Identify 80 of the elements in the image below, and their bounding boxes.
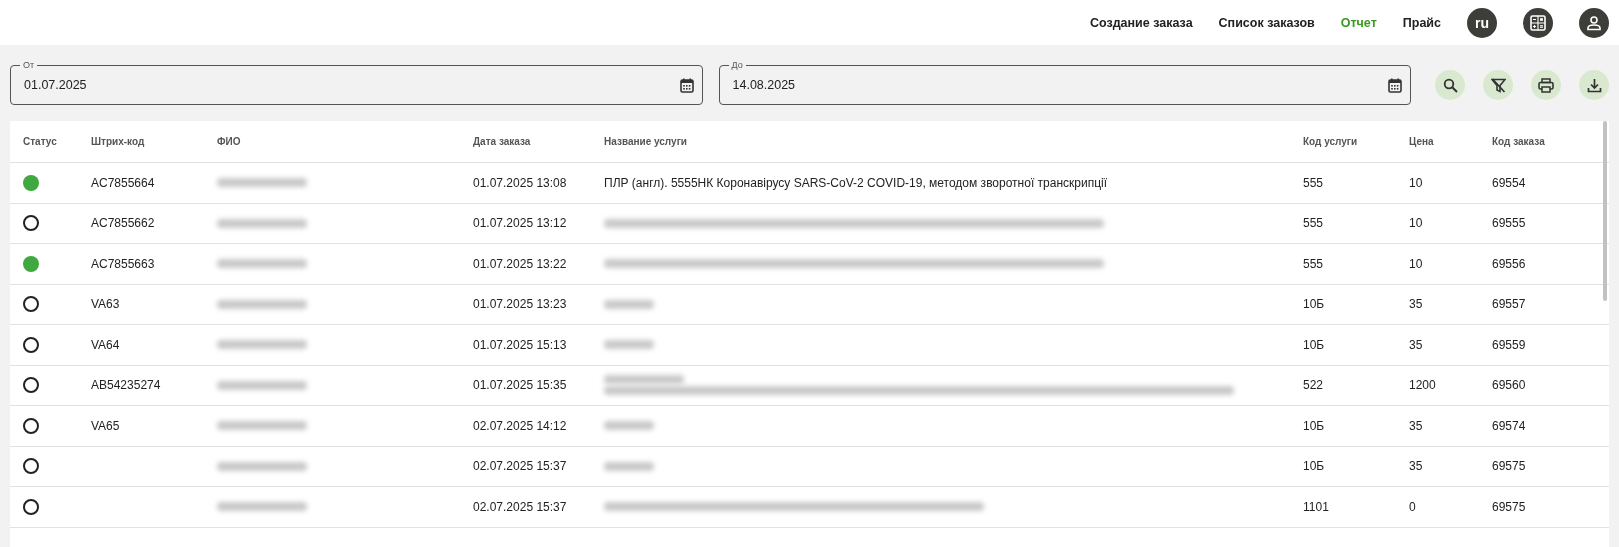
column-header: Статус (23, 136, 58, 147)
table-cell-text: 02.07.2025 15:37 (473, 499, 568, 514)
table-cell-text: AC7855662 (91, 216, 156, 231)
table-cell-text: VA63 (91, 297, 121, 312)
column-header: Цена (1409, 136, 1435, 147)
table-cell-text: 522 (1303, 378, 1325, 393)
table-cell-text: 10 (1409, 256, 1424, 271)
column-header: ФИО (217, 136, 242, 147)
table-cell-text: 35 (1409, 337, 1424, 352)
language-button[interactable]: ru (1467, 7, 1497, 38)
table-cell-text: 10Б (1303, 418, 1326, 433)
table-cell-text: VA65 (91, 418, 121, 433)
table-cell-text: 0 (1409, 499, 1417, 514)
table-cell-text: 69559 (1492, 337, 1527, 352)
table-cell-text: AB54235274 (91, 378, 162, 393)
table-cell-text: 69554 (1492, 175, 1527, 190)
column-header: Код заказа (1492, 136, 1546, 147)
nav-link[interactable]: Отчет (1340, 15, 1377, 30)
table-cell-text: 10Б (1303, 297, 1326, 312)
table-cell-text: 555 (1303, 256, 1325, 271)
calendar-icon[interactable] (1388, 77, 1402, 93)
table-cell-text: 10Б (1303, 337, 1326, 352)
table-cell-text: 02.07.2025 15:37 (473, 459, 568, 474)
table-cell-text: VA64 (91, 337, 121, 352)
calendar-icon[interactable] (679, 77, 694, 93)
blurred-text (604, 299, 654, 309)
search-button[interactable] (1435, 70, 1465, 100)
table-cell-text: 01.07.2025 13:08 (473, 175, 568, 190)
table-cell-text: 1101 (1303, 499, 1330, 514)
table-cell-text: AC7855664 (91, 175, 156, 190)
table-cell-text: 69556 (1492, 256, 1527, 271)
download-button[interactable] (1579, 70, 1609, 100)
table-cell-text: 01.07.2025 15:13 (473, 337, 568, 352)
blurred-text (604, 340, 654, 350)
calculator-icon (1530, 14, 1546, 31)
field-label: До (728, 60, 746, 71)
printer-icon (1538, 77, 1554, 93)
nav-link[interactable]: Список заказов (1218, 15, 1315, 30)
calculator-button[interactable] (1523, 7, 1553, 38)
nav-link[interactable]: Создание заказа (1089, 15, 1193, 30)
table-cell-text: 35 (1409, 297, 1424, 312)
clear-filter-button[interactable] (1483, 70, 1513, 100)
table-cell-text: 555 (1303, 216, 1325, 231)
blurred-text (604, 461, 654, 471)
table-cell-text: 10 (1409, 175, 1424, 190)
scrollbar[interactable] (1603, 121, 1607, 301)
nav-link[interactable]: Прайс (1402, 15, 1441, 30)
table-cell-text: 69574 (1492, 418, 1527, 433)
filter-off-icon (1490, 77, 1506, 93)
blurred-text (604, 421, 654, 431)
table-cell-text: 69555 (1492, 216, 1527, 231)
account-button[interactable] (1579, 7, 1609, 38)
table-cell-text: 01.07.2025 13:22 (473, 256, 568, 271)
table-cell-text: 555 (1303, 175, 1325, 190)
table-cell-text: AC7855663 (91, 256, 156, 271)
table-cell-text: 01.07.2025 13:23 (473, 297, 568, 312)
table-cell-text: 69560 (1492, 378, 1527, 393)
column-header: Код услуги (1303, 136, 1359, 147)
table-cell-text: ПЛР (англ). 5555НК Коронавірусу SARS-CoV-2 COVID-19, методом зворотної транскрипції (604, 175, 1109, 190)
person-icon (1586, 14, 1602, 31)
field-value: 01.07.2025 (24, 78, 88, 92)
search-icon (1442, 77, 1458, 93)
column-header: Штрих-код (91, 136, 146, 147)
column-header: Дата заказа (473, 136, 532, 147)
table-cell-text: 10Б (1303, 459, 1326, 474)
field-value: 14.08.2025 (732, 78, 797, 92)
table-cell-text: 69557 (1492, 297, 1527, 312)
download-icon (1586, 77, 1602, 93)
table-cell-text: 69575 (1492, 499, 1527, 514)
table-cell-text: 35 (1409, 459, 1424, 474)
table-cell-text: 01.07.2025 15:35 (473, 378, 568, 393)
table-cell-text: 69575 (1492, 459, 1527, 474)
field-label: От (20, 60, 38, 71)
column-header: Название услуги (604, 136, 688, 147)
table-cell-text: 01.07.2025 13:12 (473, 216, 568, 231)
print-button[interactable] (1531, 70, 1561, 100)
table-cell-text: 35 (1409, 418, 1424, 433)
table-cell-text: 10 (1409, 216, 1424, 231)
table-cell-text: 1200 (1409, 378, 1437, 393)
table-cell-text: 02.07.2025 14:12 (473, 418, 568, 433)
